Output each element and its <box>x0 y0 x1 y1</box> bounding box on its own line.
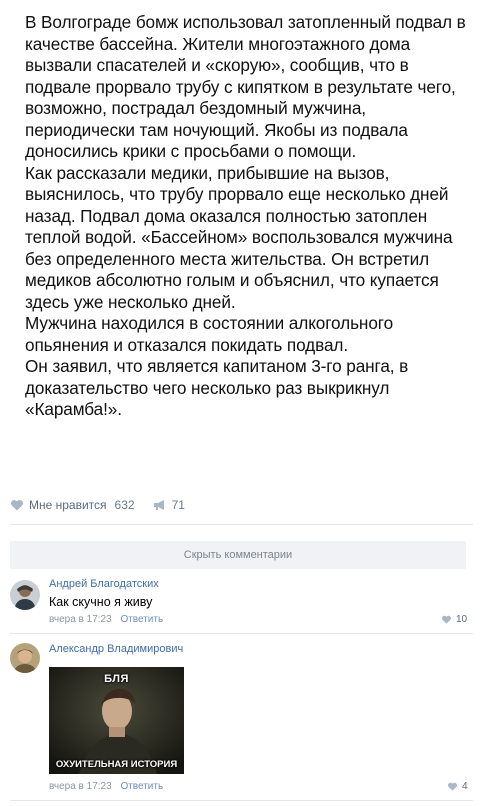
divider <box>10 524 473 525</box>
share-button[interactable]: 71 <box>153 498 185 512</box>
avatar-image <box>10 580 40 610</box>
meme-top-text: БЛЯ <box>104 673 129 685</box>
meme-bottom-text: ОХУИТЕЛЬНАЯ ИСТОРИЯ <box>55 759 178 770</box>
comment-meta: вчера в 17:23 Ответить <box>49 781 163 792</box>
reply-button[interactable]: Ответить <box>120 781 163 792</box>
megaphone-icon <box>153 500 164 510</box>
post-paragraph: Он заявил, что является капитаном 3-го р… <box>25 356 409 419</box>
comment-meta: вчера в 17:23 Ответить <box>49 614 163 625</box>
divider <box>10 633 473 634</box>
post-paragraph: Как рассказали медики, прибывшие на вызо… <box>25 162 453 312</box>
post-paragraph: Мужчина находился в состоянии алкогольно… <box>25 313 394 355</box>
comment-like-count: 4 <box>462 781 468 792</box>
comment-like-button[interactable]: 4 <box>447 781 468 792</box>
reply-button[interactable]: Ответить <box>120 614 163 625</box>
share-count: 71 <box>171 498 185 512</box>
avatar[interactable] <box>10 643 40 673</box>
meme-image[interactable]: БЛЯ ОХУИТЕЛЬНАЯ ИСТОРИЯ <box>49 667 184 774</box>
like-button[interactable]: Мне нравится 632 <box>10 498 135 512</box>
comment-author[interactable]: Александр Владимирович <box>49 643 183 655</box>
comment-time[interactable]: вчера в 17:23 <box>49 781 112 792</box>
comment-author[interactable]: Андрей Благодатских <box>49 578 159 590</box>
comment-like-button[interactable]: 10 <box>441 614 467 625</box>
like-count: 632 <box>114 498 135 512</box>
heart-icon <box>10 500 24 511</box>
avatar-image <box>10 643 40 673</box>
comment-like-count: 10 <box>456 614 468 625</box>
comment-text: Как скучно я живу <box>49 595 153 609</box>
divider <box>10 800 473 801</box>
comment-time[interactable]: вчера в 17:23 <box>49 614 112 625</box>
heart-icon <box>447 782 458 791</box>
hide-comments-button[interactable]: Скрыть комментарии <box>10 541 466 569</box>
like-label: Мне нравится <box>29 498 107 512</box>
post-paragraph: В Волгограде бомж использовал затопленны… <box>25 12 466 161</box>
post-text: В Волгограде бомж использовал затопленны… <box>25 12 475 421</box>
heart-icon <box>441 615 452 624</box>
avatar[interactable] <box>10 580 40 610</box>
post-actions: Мне нравится 632 71 <box>10 496 185 514</box>
